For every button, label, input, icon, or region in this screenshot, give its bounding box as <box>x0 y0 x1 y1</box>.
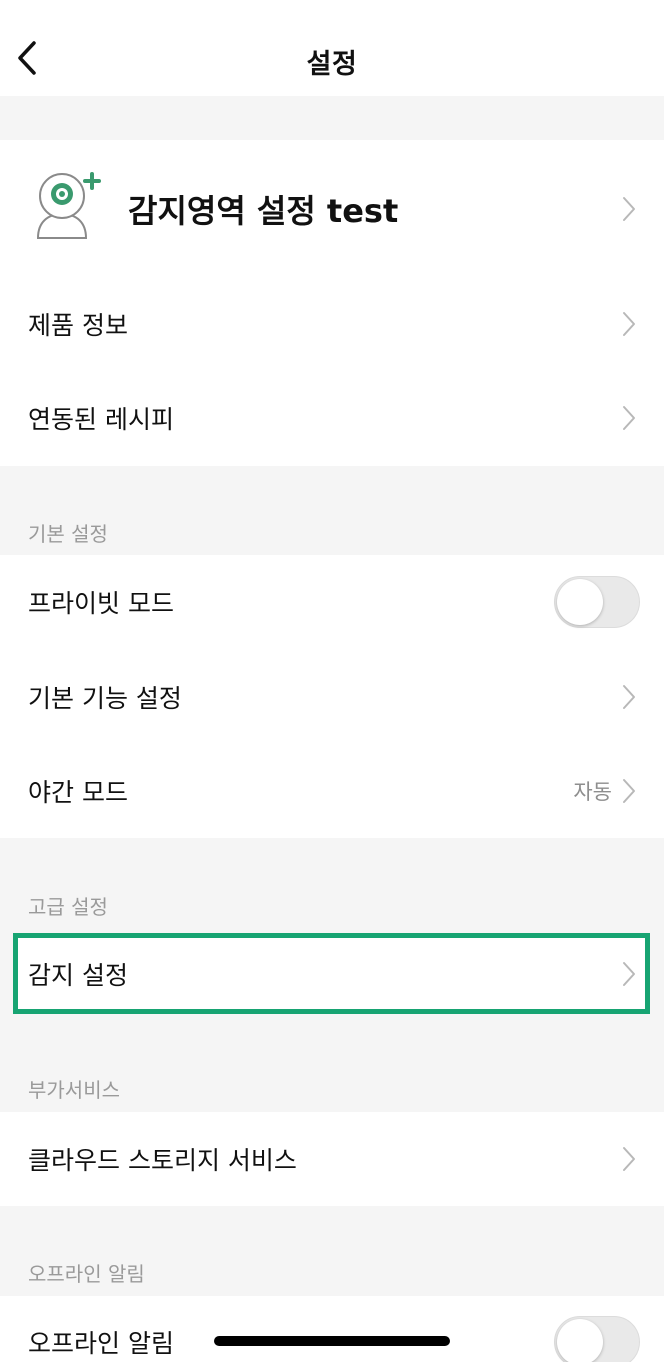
page-title: 설정 <box>306 49 358 80</box>
menu-item-label: 프라이빗 모드 <box>28 589 174 618</box>
menu-item-label: 감지 설정 <box>28 961 128 990</box>
chevron-right-icon <box>623 406 635 430</box>
menu-item-label: 클라우드 스토리지 서비스 <box>28 1146 297 1175</box>
menu-item-night-mode[interactable]: 야간 모드 자동 <box>0 744 664 838</box>
menu-item-private-mode: 프라이빗 모드 <box>0 555 664 649</box>
menu-item-basic-functions[interactable]: 기본 기능 설정 <box>0 650 664 744</box>
menu-item-detection-settings[interactable]: 감지 설정 <box>0 927 664 1021</box>
section-title-advanced: 고급 설정 <box>28 895 108 919</box>
chevron-right-icon <box>623 197 635 221</box>
menu-item-label: 연동된 레시피 <box>28 405 174 434</box>
toggle-knob <box>557 1319 603 1362</box>
offline-alert-toggle[interactable] <box>554 1316 640 1362</box>
night-mode-value: 자동 <box>573 780 612 804</box>
chevron-right-icon <box>623 312 635 336</box>
menu-item-product-info[interactable]: 제품 정보 <box>0 277 664 371</box>
home-indicator <box>214 1336 450 1346</box>
private-mode-toggle[interactable] <box>554 576 640 628</box>
menu-item-label: 제품 정보 <box>28 311 128 340</box>
menu-item-offline-alert: 오프라인 알림 <box>0 1296 664 1362</box>
top-bar: 설정 <box>0 0 664 96</box>
section-title-offline: 오프라인 알림 <box>28 1262 145 1286</box>
chevron-right-icon <box>623 685 635 709</box>
menu-item-label: 야간 모드 <box>28 778 128 807</box>
menu-item-label: 오프라인 알림 <box>28 1329 174 1358</box>
section-title-extra: 부가서비스 <box>28 1078 120 1102</box>
menu-item-cloud-storage[interactable]: 클라우드 스토리지 서비스 <box>0 1112 664 1206</box>
menu-item-label: 기본 기능 설정 <box>28 684 182 713</box>
chevron-right-icon <box>623 779 635 803</box>
toggle-knob <box>557 579 603 625</box>
camera-add-icon <box>32 170 104 244</box>
chevron-right-icon <box>623 962 635 986</box>
device-name: 감지영역 설정 test <box>128 192 399 230</box>
menu-item-linked-recipes[interactable]: 연동된 레시피 <box>0 371 664 465</box>
section-title-basic: 기본 설정 <box>28 522 108 546</box>
chevron-right-icon <box>623 1147 635 1171</box>
